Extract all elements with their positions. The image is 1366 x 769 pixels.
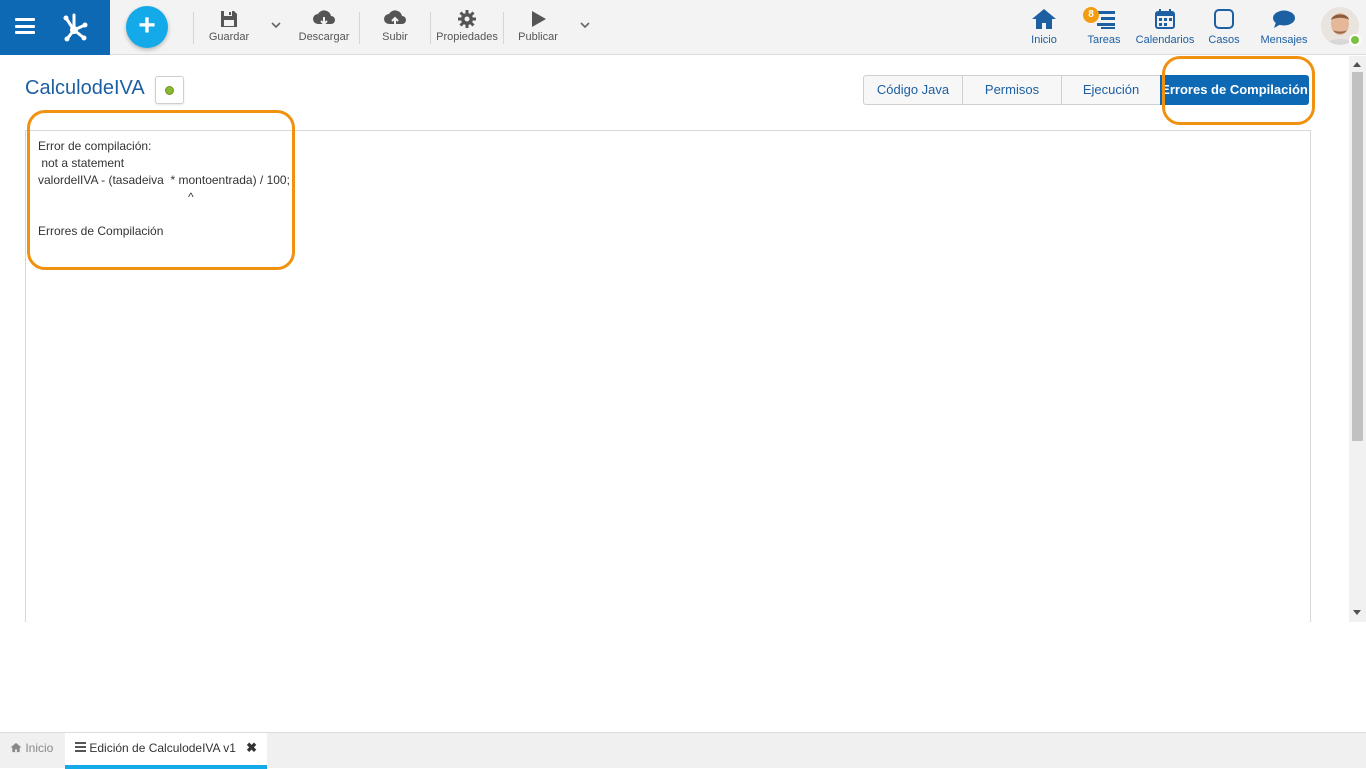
home-icon [10, 742, 22, 753]
toolbar-separator [359, 12, 360, 44]
bottom-tab-home[interactable]: Inicio [10, 733, 53, 769]
vertical-scrollbar[interactable] [1349, 56, 1366, 622]
properties-label: Propiedades [436, 31, 498, 43]
error-line: not a statement [38, 156, 125, 170]
error-line: ^ [38, 190, 194, 204]
nav-cases-label: Casos [1208, 34, 1240, 46]
tab-java-code[interactable]: Código Java [863, 75, 963, 105]
page-title: CalculodeIVA [25, 77, 145, 99]
publish-button[interactable]: Publicar [514, 8, 562, 48]
error-line: valordelIVA - (tasadeiva * montoentrada)… [38, 173, 290, 187]
bottom-tab-home-label: Inicio [25, 741, 54, 755]
bottom-tab-edit-label: Edición de CalculodeIVA v1 [89, 741, 236, 755]
nav-calendars-label: Calendarios [1135, 34, 1195, 46]
chat-bubble-icon [1273, 10, 1295, 28]
error-line: Error de compilación: [38, 139, 152, 153]
gear-icon [458, 10, 476, 28]
nav-messages[interactable]: Mensajes [1258, 6, 1310, 50]
error-line: Errores de Compilación [38, 224, 164, 238]
compile-errors-text: Error de compilación: not a statement val… [38, 138, 290, 240]
scroll-up-arrow-icon[interactable] [1353, 62, 1361, 67]
hamburger-menu-icon[interactable] [15, 18, 35, 34]
properties-button[interactable]: Propiedades [434, 8, 500, 48]
compile-errors-panel: Error de compilación: not a statement val… [25, 130, 1311, 622]
online-status-dot [1349, 34, 1361, 46]
toolbar-separator [193, 12, 194, 44]
tasks-badge: 8 [1083, 7, 1099, 23]
bottom-tab-bar: Inicio Edición de CalculodeIVA v1 ✖ [0, 732, 1366, 769]
toolbar-separator [503, 12, 504, 44]
cases-icon [1214, 9, 1234, 29]
app-logo-icon[interactable] [56, 9, 92, 45]
nav-home[interactable]: Inicio [1024, 6, 1064, 50]
editor-tabs: Código Java Permisos Ejecución Errores d… [863, 75, 1309, 105]
add-button[interactable]: + [126, 6, 168, 48]
tab-permissions[interactable]: Permisos [962, 75, 1062, 105]
toolbar-separator [430, 12, 431, 44]
publish-chevron-down-icon[interactable] [578, 18, 592, 32]
menu-block [0, 0, 110, 55]
scrollbar-thumb[interactable] [1352, 72, 1363, 441]
nav-cases[interactable]: Casos [1206, 6, 1242, 50]
status-dot [165, 86, 174, 95]
download-button[interactable]: Descargar [296, 8, 352, 48]
save-button[interactable]: Guardar [204, 8, 254, 48]
top-toolbar: + Guardar Descargar Subir Propiedades Pu… [0, 0, 1366, 55]
error-line-empty: ​ [38, 206, 290, 223]
cloud-download-icon [313, 10, 335, 26]
close-tab-icon[interactable]: ✖ [246, 733, 257, 763]
nav-home-label: Inicio [1031, 34, 1057, 46]
scroll-down-arrow-icon[interactable] [1353, 610, 1361, 615]
save-label: Guardar [208, 31, 250, 43]
publish-label: Publicar [518, 31, 558, 43]
tab-execution[interactable]: Ejecución [1061, 75, 1161, 105]
upload-label: Subir [382, 31, 408, 43]
status-indicator-button[interactable] [155, 76, 184, 104]
tab-compile-errors[interactable]: Errores de Compilación [1160, 75, 1309, 105]
upload-button[interactable]: Subir [375, 8, 415, 48]
play-icon [532, 11, 546, 27]
bottom-tab-edit[interactable]: Edición de CalculodeIVA v1 ✖ [65, 733, 267, 769]
cloud-upload-icon [384, 10, 406, 25]
list-icon [75, 742, 86, 752]
nav-calendars[interactable]: Calendarios [1134, 6, 1196, 50]
nav-messages-label: Mensajes [1260, 34, 1308, 46]
save-icon [221, 11, 237, 27]
download-label: Descargar [298, 31, 350, 43]
save-chevron-down-icon[interactable] [269, 18, 283, 32]
calendar-icon [1155, 9, 1175, 29]
nav-tasks-label: Tareas [1087, 34, 1121, 46]
home-icon [1032, 9, 1056, 29]
